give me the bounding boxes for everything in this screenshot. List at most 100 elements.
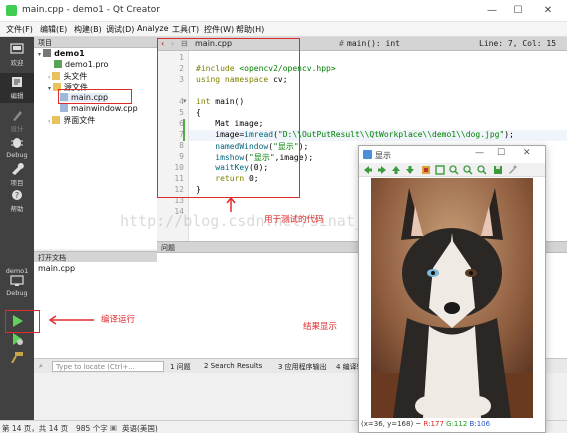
- proofing-icon: ▣: [110, 423, 118, 432]
- pixel-info: (x=36, y=168) ~ R:177 G:112 B:106: [361, 420, 491, 428]
- open-doc-main-cpp[interactable]: main.cpp: [38, 264, 75, 273]
- mode-welcome[interactable]: 欢迎: [0, 43, 34, 67]
- tab-search-results[interactable]: 2 Search Results: [204, 362, 262, 370]
- tree-item-forms[interactable]: › 界面文件: [48, 115, 95, 126]
- locator-input[interactable]: Type to locate (Ctrl+...: [52, 361, 164, 372]
- maximize-button[interactable]: ☐: [510, 3, 526, 19]
- zoom-original-icon[interactable]: [435, 165, 445, 175]
- zoom-fit-icon[interactable]: [421, 165, 431, 175]
- image-window-title: 显示: [375, 151, 391, 160]
- minimize-button[interactable]: —: [484, 3, 500, 19]
- menu-analyze[interactable]: Analyze: [137, 24, 169, 33]
- design-icon: [13, 111, 22, 121]
- issues-title: 问题: [161, 244, 175, 252]
- language: 英语(美国): [122, 424, 158, 433]
- pan-left-icon[interactable]: [363, 165, 373, 175]
- image-window-titlebar: 显示 — ☐ ✕: [359, 146, 545, 163]
- annotation-result: 结果显示: [303, 322, 338, 332]
- tab-issues[interactable]: 1 问题: [170, 362, 191, 372]
- mode-help-label: 帮助: [10, 205, 24, 213]
- symbol-hash-icon: #: [339, 39, 344, 48]
- code-arrow-icon: [226, 198, 236, 212]
- pan-up-icon[interactable]: [391, 165, 401, 175]
- tree-item-headers[interactable]: › 头文件: [48, 71, 87, 82]
- help-icon: ?: [12, 190, 22, 200]
- open-docs-header: 打开文档: [34, 251, 157, 262]
- debug-run-button[interactable]: [0, 333, 34, 347]
- image-close-button[interactable]: ✕: [523, 148, 531, 158]
- menu-file[interactable]: 文件(F): [6, 24, 33, 35]
- cpp-file-icon: [60, 104, 68, 112]
- project-panel-title: 项目: [38, 39, 52, 47]
- pan-right-icon[interactable]: [377, 165, 387, 175]
- debug-run-icon: [13, 333, 23, 345]
- menu-tools[interactable]: 工具(T): [172, 24, 199, 35]
- menu-widgets[interactable]: 控件(W): [204, 24, 234, 35]
- mode-design[interactable]: 设计: [0, 109, 34, 133]
- locator-search-icon: ⌕: [39, 362, 43, 370]
- welcome-icon: [10, 43, 24, 54]
- title-bar: main.cpp - demo1 - Qt Creator — ☐ ✕: [0, 0, 567, 22]
- mode-edit[interactable]: 编辑: [0, 73, 34, 103]
- open-docs-list: main.cpp: [34, 262, 157, 358]
- kit-selector[interactable]: demo1 Debug: [0, 267, 34, 297]
- menu-help[interactable]: 帮助(H): [236, 24, 264, 35]
- image-maximize-button[interactable]: ☐: [497, 148, 505, 158]
- run-arrow-icon: [48, 315, 94, 325]
- mode-design-label: 设计: [10, 125, 24, 133]
- edit-icon: [12, 77, 22, 87]
- mode-debug[interactable]: Debug: [0, 137, 34, 159]
- project-panel-header: 项目: [34, 37, 157, 48]
- save-icon[interactable]: [493, 165, 503, 175]
- debug-icon: [11, 138, 23, 148]
- menu-debug[interactable]: 调试(D): [106, 24, 134, 35]
- tree-item-mainwindow-cpp[interactable]: mainwindow.cpp: [60, 104, 138, 113]
- project-icon: [43, 49, 52, 57]
- highlight-main-cpp: [58, 89, 132, 104]
- kit-mode: Debug: [6, 289, 28, 297]
- pan-down-icon[interactable]: [405, 165, 415, 175]
- menu-bar: 文件(F) 编辑(E) 构建(B) 调试(D) Analyze 工具(T) 控件…: [0, 22, 567, 37]
- mode-welcome-label: 欢迎: [10, 59, 24, 67]
- highlight-code: [157, 38, 300, 198]
- build-button[interactable]: [0, 351, 34, 365]
- menu-build[interactable]: 构建(B): [74, 24, 102, 35]
- hammer-icon: [11, 352, 23, 363]
- zoom-select-icon[interactable]: [477, 165, 487, 175]
- image-toolbar: [359, 163, 545, 177]
- svg-text:?: ?: [15, 191, 19, 200]
- mode-bar: 欢迎 编辑 设计 Debug 项目 ? 帮助 demo1 Debug: [0, 37, 34, 420]
- monitor-icon: [10, 275, 24, 286]
- dog-photo: [371, 178, 533, 418]
- qt-creator-icon: [6, 5, 17, 16]
- tree-item-demo1[interactable]: ▾ demo1: [38, 49, 85, 58]
- symbol-selector[interactable]: main(): int: [347, 39, 400, 48]
- close-button[interactable]: ✕: [540, 3, 556, 19]
- word-count: 985 个字: [76, 424, 108, 433]
- zoom-out-icon[interactable]: [463, 165, 473, 175]
- kit-name: demo1: [5, 267, 29, 275]
- pro-file-icon: [54, 60, 62, 68]
- annotation-code: 用于测试的代码: [264, 215, 324, 225]
- menu-edit[interactable]: 编辑(E): [40, 24, 67, 35]
- mode-project[interactable]: 项目: [0, 163, 34, 187]
- mode-edit-label: 编辑: [10, 92, 24, 100]
- mode-project-label: 项目: [10, 179, 24, 187]
- tree-item-pro[interactable]: demo1.pro: [54, 60, 108, 69]
- mode-debug-label: Debug: [6, 151, 28, 159]
- window-icon: [363, 150, 372, 159]
- wrench-icon: [12, 163, 24, 175]
- properties-icon[interactable]: [507, 165, 517, 175]
- window-title: main.cpp - demo1 - Qt Creator: [22, 5, 160, 15]
- image-window[interactable]: 显示 — ☐ ✕ (x=36, y=168) ~ R:177 G:112 B:1…: [358, 145, 546, 433]
- folder-icon: [52, 72, 61, 80]
- zoom-in-icon[interactable]: [449, 165, 459, 175]
- folder-icon: [52, 116, 61, 124]
- mode-help[interactable]: ? 帮助: [0, 189, 34, 213]
- cursor-position: Line: 7, Col: 15: [479, 39, 557, 48]
- tab-app-output[interactable]: 3 应用程序输出: [278, 362, 327, 372]
- image-minimize-button[interactable]: —: [475, 148, 484, 158]
- annotation-run: 编译运行: [101, 315, 136, 325]
- highlight-run-button: [5, 310, 40, 333]
- page-count: 第 14 页，共 14 页: [2, 424, 69, 433]
